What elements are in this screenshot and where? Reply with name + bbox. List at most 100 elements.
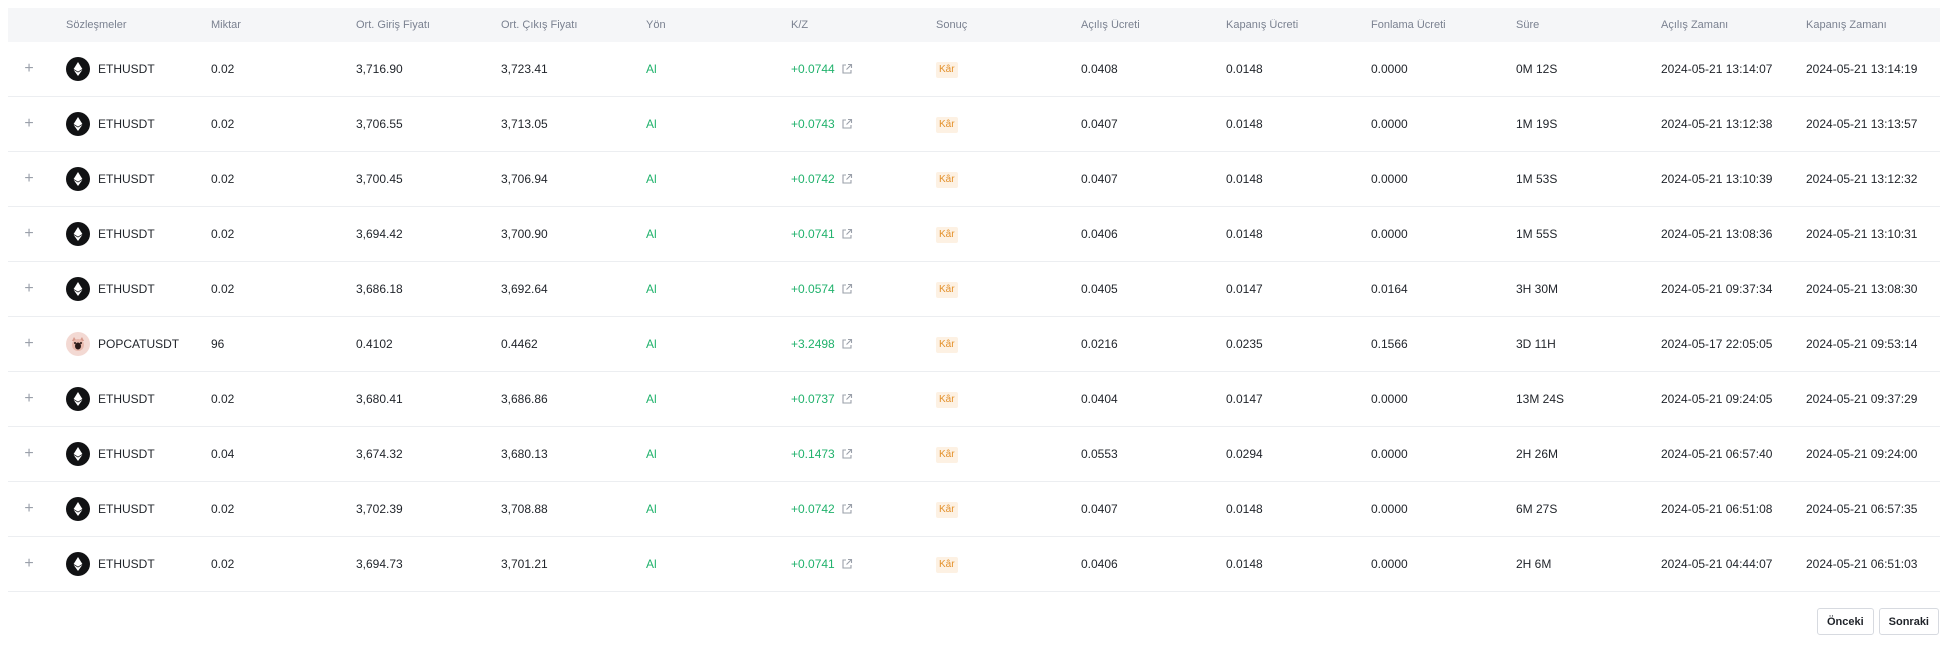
avg-entry-cell: 0.4102 [356, 337, 393, 351]
result-badge: Kâr [936, 336, 958, 353]
expand-plus-icon[interactable]: + [22, 557, 36, 571]
table-row[interactable]: + ETHUSDT 0.02 3,706.55 3,713.05 Al +0.0743 Kâr… [8, 97, 1940, 152]
header-close-time: Kapanış Zamanı [1806, 19, 1887, 31]
contract-symbol: POPCATUSDT [98, 337, 180, 351]
share-external-link-icon[interactable] [841, 503, 853, 515]
share-external-link-icon[interactable] [841, 118, 853, 130]
expand-plus-icon[interactable]: + [22, 117, 36, 131]
table-row[interactable]: + ETHUSDT 0.02 3,686.18 3,692.64 Al +0.0574 Kâr… [8, 262, 1940, 317]
expand-plus-icon[interactable]: + [22, 172, 36, 186]
pnl-cell: +3.2498 [791, 337, 936, 351]
expand-plus-icon[interactable]: + [22, 62, 36, 76]
open-time-cell: 2024-05-21 06:51:08 [1661, 502, 1773, 516]
pnl-value: +0.0741 [791, 557, 835, 571]
open-fee-cell: 0.0404 [1081, 392, 1118, 406]
direction-cell: Al [646, 392, 657, 406]
pnl-cell: +0.0744 [791, 62, 936, 76]
expand-cell: + [8, 282, 66, 296]
header-quantity: Miktar [211, 19, 241, 31]
result-cell: Kâr [936, 61, 1081, 78]
close-time-cell: 2024-05-21 13:13:57 [1806, 117, 1918, 131]
expand-plus-icon[interactable]: + [22, 337, 36, 351]
result-cell: Kâr [936, 226, 1081, 243]
close-fee-cell: 0.0148 [1226, 502, 1263, 516]
open-fee-cell: 0.0407 [1081, 172, 1118, 186]
result-cell: Kâr [936, 446, 1081, 463]
avg-entry-cell: 3,694.42 [356, 227, 403, 241]
avg-entry-cell: 3,716.90 [356, 62, 403, 76]
next-page-button[interactable]: Sonraki [1878, 608, 1939, 635]
quantity-cell: 0.02 [211, 227, 235, 241]
table-row[interactable]: + ETHUSDT 0.02 3,702.39 3,708.88 Al +0.0742 Kâr… [8, 482, 1940, 537]
avg-exit-cell: 3,708.88 [501, 502, 548, 516]
quantity-cell: 0.04 [211, 447, 235, 461]
expand-plus-icon[interactable]: + [22, 282, 36, 296]
table-row[interactable]: + ETHUSDT 0.04 3,674.32 3,680.13 Al +0.1473 Kâr… [8, 427, 1940, 482]
header-close-fee: Kapanış Ücreti [1226, 19, 1299, 31]
direction-cell: Al [646, 172, 657, 186]
header-duration: Süre [1516, 19, 1540, 31]
table-row[interactable]: + ETHUSDT 0.02 3,680.41 3,686.86 Al +0.0737 Kâr… [8, 372, 1940, 427]
pnl-cell: +0.1473 [791, 447, 936, 461]
header-avg-entry: Ort. Giriş Fiyatı [356, 19, 430, 31]
expand-plus-icon[interactable]: + [22, 447, 36, 461]
eth-icon [66, 277, 90, 301]
eth-icon [66, 222, 90, 246]
prev-page-button[interactable]: Önceki [1816, 608, 1874, 635]
share-external-link-icon[interactable] [841, 393, 853, 405]
table-row[interactable]: + ETHUSDT 0.02 3,694.73 3,701.21 Al +0.0741 Kâr… [8, 537, 1940, 592]
result-cell: Kâr [936, 391, 1081, 408]
expand-plus-icon[interactable]: + [22, 227, 36, 241]
share-external-link-icon[interactable] [841, 448, 853, 460]
close-time-cell: 2024-05-21 06:57:35 [1806, 502, 1918, 516]
pnl-value: +0.0742 [791, 172, 835, 186]
expand-plus-icon[interactable]: + [22, 392, 36, 406]
share-external-link-icon[interactable] [841, 173, 853, 185]
open-fee-cell: 0.0406 [1081, 227, 1118, 241]
duration-cell: 1M 19S [1516, 117, 1558, 131]
share-external-link-icon[interactable] [841, 283, 853, 295]
header-open-time: Açılış Zamanı [1661, 19, 1729, 31]
share-external-link-icon[interactable] [841, 558, 853, 570]
funding-fee-cell: 0.0000 [1371, 117, 1408, 131]
contract-cell: ETHUSDT [66, 277, 211, 301]
close-fee-cell: 0.0235 [1226, 337, 1263, 351]
funding-fee-cell: 0.0000 [1371, 447, 1408, 461]
duration-cell: 1M 53S [1516, 172, 1558, 186]
quantity-cell: 0.02 [211, 62, 235, 76]
duration-cell: 13M 24S [1516, 392, 1565, 406]
open-fee-cell: 0.0407 [1081, 502, 1118, 516]
expand-cell: + [8, 557, 66, 571]
duration-cell: 2H 6M [1516, 557, 1552, 571]
expand-cell: + [8, 227, 66, 241]
direction-cell: Al [646, 557, 657, 571]
close-time-cell: 2024-05-21 13:08:30 [1806, 282, 1918, 296]
share-external-link-icon[interactable] [841, 228, 853, 240]
direction-cell: Al [646, 62, 657, 76]
expand-cell: + [8, 117, 66, 131]
table-row[interactable]: + ETHUSDT 0.02 3,694.42 3,700.90 Al +0.0741 Kâr… [8, 207, 1940, 262]
open-fee-cell: 0.0408 [1081, 62, 1118, 76]
funding-fee-cell: 0.0000 [1371, 62, 1408, 76]
contract-symbol: ETHUSDT [98, 447, 155, 461]
funding-fee-cell: 0.0000 [1371, 227, 1408, 241]
contract-symbol: ETHUSDT [98, 172, 155, 186]
avg-exit-cell: 3,713.05 [501, 117, 548, 131]
funding-fee-cell: 0.0164 [1371, 282, 1408, 296]
quantity-cell: 0.02 [211, 117, 235, 131]
header-result: Sonuç [936, 19, 968, 31]
expand-plus-icon[interactable]: + [22, 502, 36, 516]
pnl-value: +3.2498 [791, 337, 835, 351]
result-cell: Kâr [936, 281, 1081, 298]
contract-cell: ETHUSDT [66, 57, 211, 81]
open-time-cell: 2024-05-21 06:57:40 [1661, 447, 1773, 461]
table-row[interactable]: + ETHUSDT 0.02 3,716.90 3,723.41 Al +0.0744 Kâr… [8, 42, 1940, 97]
eth-icon [66, 442, 90, 466]
table-row[interactable]: + POPCATUSDT 96 0.4102 0.4462 Al +3.2498 Kâr 0.0… [8, 317, 1940, 372]
share-external-link-icon[interactable] [841, 338, 853, 350]
contract-cell: ETHUSDT [66, 167, 211, 191]
contract-symbol: ETHUSDT [98, 62, 155, 76]
table-row[interactable]: + ETHUSDT 0.02 3,700.45 3,706.94 Al +0.0742 Kâr… [8, 152, 1940, 207]
share-external-link-icon[interactable] [841, 63, 853, 75]
duration-cell: 1M 55S [1516, 227, 1558, 241]
